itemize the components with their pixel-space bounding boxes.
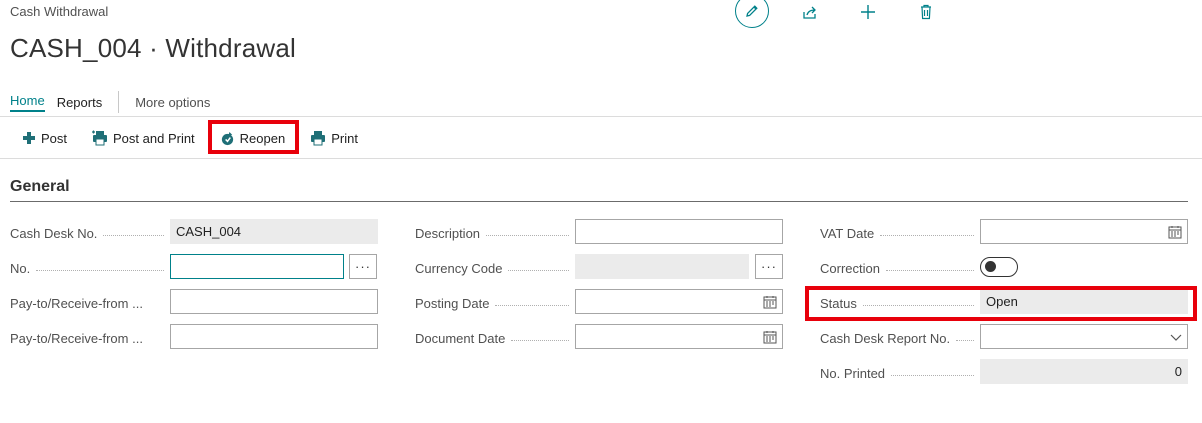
delete-button[interactable] bbox=[914, 0, 938, 24]
no-field[interactable] bbox=[170, 254, 344, 279]
section-title-general: General bbox=[10, 178, 70, 195]
currency-code-label: Currency Code bbox=[415, 259, 575, 277]
correction-label: Correction bbox=[820, 259, 980, 277]
document-date-field[interactable] bbox=[575, 324, 783, 349]
post-print-icon bbox=[92, 130, 113, 146]
divider bbox=[0, 116, 1202, 117]
calendar-icon[interactable] bbox=[763, 330, 777, 344]
toggle-knob bbox=[985, 261, 996, 272]
post-and-print-button[interactable]: Post and Print bbox=[92, 130, 195, 146]
post-icon bbox=[22, 131, 41, 145]
cash-desk-no-label: Cash Desk No. bbox=[10, 224, 170, 242]
page-title: CASH_004 · Withdrawal bbox=[10, 33, 296, 63]
plus-icon bbox=[860, 4, 876, 20]
tab-bar: Home Reports More options bbox=[10, 90, 222, 114]
trash-icon bbox=[918, 4, 934, 20]
cash-desk-no-field: CASH_004 bbox=[170, 219, 378, 244]
vat-date-label: VAT Date bbox=[820, 224, 980, 242]
section-divider bbox=[10, 201, 1188, 202]
posting-date-field[interactable] bbox=[575, 289, 783, 314]
description-label: Description bbox=[415, 224, 575, 242]
calendar-icon[interactable] bbox=[1168, 225, 1182, 239]
pencil-icon bbox=[744, 3, 760, 19]
pay-to-receive-from-field-1[interactable] bbox=[170, 289, 378, 314]
calendar-icon[interactable] bbox=[763, 295, 777, 309]
tab-reports[interactable]: Reports bbox=[57, 95, 103, 110]
post-and-print-label: Post and Print bbox=[113, 130, 195, 146]
tab-divider bbox=[118, 91, 120, 113]
post-button[interactable]: Post bbox=[22, 131, 67, 146]
pay-to-receive-from-label-1: Pay-to/Receive-from ... bbox=[10, 295, 143, 311]
breadcrumb: Cash Withdrawal bbox=[10, 4, 109, 19]
vat-date-field[interactable] bbox=[980, 219, 1188, 244]
tab-home[interactable]: Home bbox=[10, 93, 45, 112]
posting-date-label: Posting Date bbox=[415, 294, 575, 312]
share-button[interactable] bbox=[798, 0, 822, 24]
print-button[interactable]: Print bbox=[310, 130, 358, 146]
document-date-label: Document Date bbox=[415, 329, 575, 347]
cash-desk-report-no-select[interactable] bbox=[980, 324, 1188, 349]
currency-code-field bbox=[575, 254, 749, 279]
pay-to-receive-from-field-2[interactable] bbox=[170, 324, 378, 349]
no-lookup-button[interactable]: ··· bbox=[349, 254, 377, 279]
divider bbox=[0, 158, 1202, 159]
description-field[interactable] bbox=[575, 219, 783, 244]
share-icon bbox=[802, 4, 818, 20]
action-bar: Post Post and Print Reopen Print bbox=[10, 124, 383, 152]
no-label: No. bbox=[10, 259, 170, 277]
new-button[interactable] bbox=[856, 0, 880, 24]
print-label: Print bbox=[331, 130, 358, 146]
currency-code-lookup-button[interactable]: ··· bbox=[755, 254, 783, 279]
reopen-highlight-box bbox=[208, 120, 299, 154]
post-label: Post bbox=[41, 130, 68, 146]
correction-toggle[interactable] bbox=[980, 257, 1018, 277]
pay-to-receive-from-label-2: Pay-to/Receive-from ... bbox=[10, 330, 143, 346]
chevron-down-icon bbox=[1170, 331, 1182, 343]
status-highlight-box bbox=[805, 286, 1197, 321]
tab-more-options[interactable]: More options bbox=[135, 95, 210, 110]
edit-button[interactable] bbox=[735, 0, 769, 28]
no-printed-label: No. Printed bbox=[820, 364, 980, 382]
printer-icon bbox=[310, 130, 331, 146]
cash-desk-report-no-label: Cash Desk Report No. bbox=[820, 329, 980, 347]
no-printed-field: 0 bbox=[980, 359, 1188, 384]
